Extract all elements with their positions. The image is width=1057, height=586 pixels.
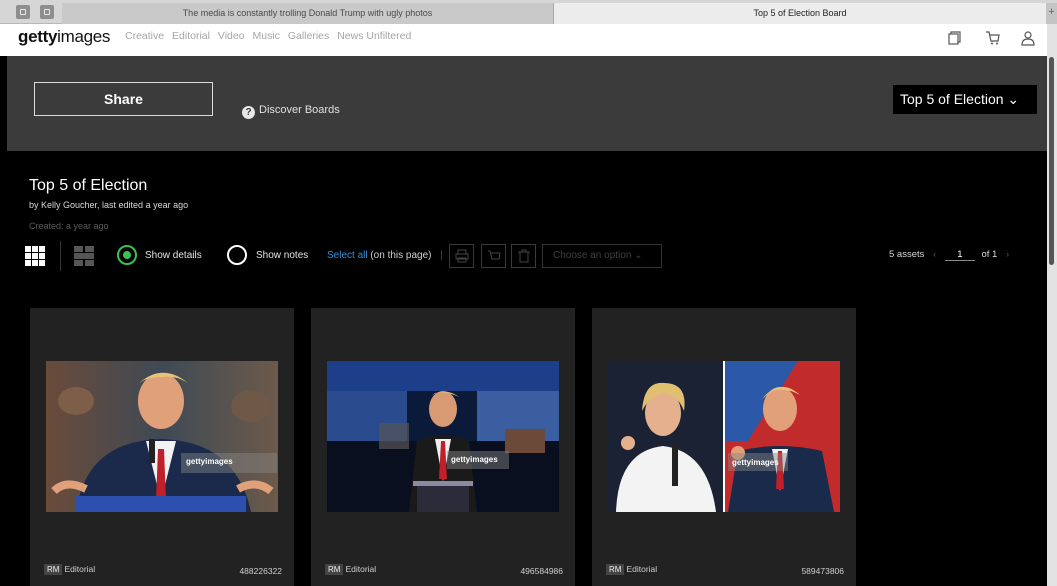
watermark: gettyimages bbox=[451, 455, 498, 464]
show-notes-label[interactable]: Show notes bbox=[256, 250, 308, 261]
browser-tab-strip: The media is constantly trolling Donald … bbox=[0, 0, 1057, 24]
asset-thumbnail[interactable]: gettyimages bbox=[608, 361, 840, 512]
board-title: Top 5 of Election bbox=[29, 177, 148, 194]
board-action-band: Share ? Discover Boards Top 5 of Election… bbox=[7, 56, 1047, 151]
watermark: gettyimages bbox=[732, 458, 779, 467]
asset-thumbnail[interactable]: gettyimages bbox=[327, 361, 559, 512]
asset-card[interactable]: gettyimages RM Editorial 589473806 bbox=[592, 308, 856, 586]
nav-creative[interactable]: Creative bbox=[125, 30, 164, 42]
nav-video[interactable]: Video bbox=[218, 30, 245, 42]
asset-id: 589473806 bbox=[801, 566, 844, 576]
board-select-dropdown[interactable]: Top 5 of Election ⌄ bbox=[893, 85, 1037, 114]
trash-icon bbox=[517, 249, 530, 263]
tab-overview-icon[interactable] bbox=[40, 5, 54, 19]
print-button[interactable] bbox=[449, 244, 474, 268]
show-details-label[interactable]: Show details bbox=[145, 250, 202, 261]
page-total: of 1 bbox=[981, 249, 998, 260]
prev-page-button[interactable]: ‹ bbox=[933, 249, 936, 260]
browser-tab-article[interactable]: The media is constantly trolling Donald … bbox=[62, 3, 554, 24]
new-tab-button[interactable]: + bbox=[1046, 3, 1057, 24]
discover-boards-link[interactable]: ? Discover Boards bbox=[242, 104, 340, 119]
browser-tab-board[interactable]: Top 5 of Election Board bbox=[554, 3, 1046, 24]
asset-count: 5 assets bbox=[889, 249, 925, 260]
asset-type: Editorial bbox=[345, 564, 377, 574]
add-to-cart-button[interactable] bbox=[481, 244, 506, 268]
board-created-date: Created: a year ago bbox=[29, 221, 109, 231]
nav-galleries[interactable]: Galleries bbox=[288, 30, 329, 42]
asset-thumbnail[interactable]: gettyimages bbox=[46, 361, 278, 512]
select-all: Select all (on this page) | bbox=[327, 250, 443, 261]
watermark: gettyimages bbox=[186, 457, 233, 466]
asset-id: 488226322 bbox=[239, 566, 282, 576]
nav-editorial[interactable]: Editorial bbox=[172, 30, 210, 42]
pagination: 5 assets ‹ 1 of 1 › bbox=[889, 249, 1015, 261]
print-icon bbox=[455, 249, 468, 263]
board-byline: by Kelly Goucher, last edited a year ago bbox=[29, 200, 189, 210]
cart-icon bbox=[487, 250, 501, 260]
chevron-down-icon: ⌄ bbox=[1007, 91, 1020, 107]
show-details-radio[interactable] bbox=[117, 245, 137, 265]
page-scrollbar[interactable] bbox=[1047, 24, 1057, 586]
delete-button[interactable] bbox=[511, 244, 536, 268]
sidebar-toggle-icon[interactable] bbox=[16, 5, 30, 19]
nav-music[interactable]: Music bbox=[252, 30, 279, 42]
asset-type: Editorial bbox=[626, 564, 658, 574]
asset-id: 496584986 bbox=[520, 566, 563, 576]
license-badge: RM bbox=[606, 564, 625, 575]
mosaic-view-icon[interactable] bbox=[74, 246, 94, 266]
chevron-down-icon: ⌄ bbox=[634, 250, 643, 261]
asset-meta: RM Editorial 496584986 bbox=[325, 564, 563, 578]
site-header: gettyimages Creative Editorial Video Mus… bbox=[0, 24, 1057, 56]
boards-icon[interactable] bbox=[946, 30, 962, 46]
choose-option-select[interactable]: Choose an option ⌄ bbox=[542, 244, 662, 268]
divider bbox=[60, 241, 61, 271]
board-content: Top 5 of Election by Kelly Goucher, last… bbox=[7, 151, 1047, 586]
account-icon[interactable] bbox=[1020, 30, 1036, 46]
asset-meta: RM Editorial 589473806 bbox=[606, 564, 844, 578]
asset-meta: RM Editorial 488226322 bbox=[44, 564, 282, 578]
license-badge: RM bbox=[325, 564, 344, 575]
page-number-input[interactable]: 1 bbox=[944, 249, 975, 261]
asset-type: Editorial bbox=[64, 564, 96, 574]
gettyimages-logo[interactable]: gettyimages bbox=[18, 27, 110, 47]
asset-card[interactable]: gettyimages RM Editorial 488226322 bbox=[30, 308, 294, 586]
cart-icon[interactable] bbox=[985, 30, 1001, 46]
help-icon: ? bbox=[242, 106, 255, 119]
select-all-link[interactable]: Select all bbox=[327, 250, 368, 261]
nav-news-unfiltered[interactable]: News Unfiltered bbox=[337, 30, 411, 42]
asset-card[interactable]: gettyimages RM Editorial 496584986 bbox=[311, 308, 575, 586]
show-notes-radio[interactable] bbox=[227, 245, 247, 265]
board-toolbar: Show details Show notes Select all (on t… bbox=[7, 241, 1047, 271]
next-page-button[interactable]: › bbox=[1006, 249, 1009, 260]
share-button[interactable]: Share bbox=[34, 82, 213, 116]
grid-view-icon[interactable] bbox=[25, 246, 45, 266]
scrollbar-thumb[interactable] bbox=[1049, 57, 1054, 265]
license-badge: RM bbox=[44, 564, 63, 575]
main-nav: Creative Editorial Video Music Galleries… bbox=[125, 30, 416, 42]
